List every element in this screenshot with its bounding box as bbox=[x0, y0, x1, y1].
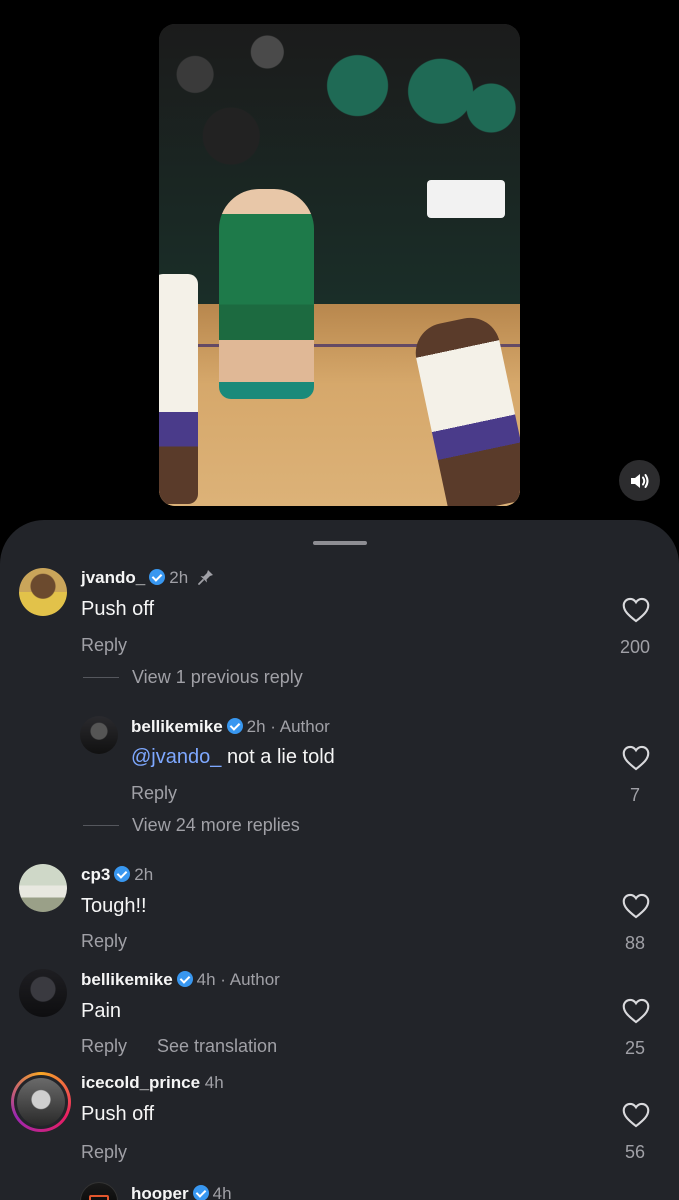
view-more-replies-button[interactable]: View 24 more replies bbox=[132, 815, 300, 836]
avatar[interactable] bbox=[80, 1182, 118, 1200]
comment-text-body: not a lie told bbox=[226, 746, 335, 768]
avatar-gap bbox=[14, 1075, 68, 1129]
comment-username[interactable]: bellikemike bbox=[131, 717, 223, 736]
avatar[interactable] bbox=[19, 568, 67, 616]
comment-text: @jvando_ not a lie told bbox=[131, 746, 335, 769]
like-count: 25 bbox=[624, 1038, 646, 1058]
avatar[interactable] bbox=[19, 864, 67, 912]
comment-time: 2h · Author bbox=[246, 717, 330, 736]
video-player-area bbox=[0, 0, 679, 520]
comment-username-line: cp3 2h bbox=[81, 865, 153, 885]
comment-text: Pain bbox=[81, 1000, 122, 1022]
view-previous-replies-button[interactable]: View 1 previous reply bbox=[132, 667, 303, 688]
heart-icon[interactable] bbox=[622, 597, 650, 623]
reply-button[interactable]: Reply bbox=[131, 783, 177, 804]
comment-username-line: bellikemike 2h · Author bbox=[131, 717, 330, 737]
comment-time: 4h · Author bbox=[196, 970, 280, 989]
speaker-icon bbox=[630, 473, 648, 488]
comment-username[interactable]: jvando_ bbox=[81, 568, 145, 587]
like-count: 88 bbox=[624, 933, 646, 953]
replies-divider bbox=[83, 825, 119, 826]
verified-icon bbox=[114, 866, 131, 882]
comment-text: Push off bbox=[81, 598, 155, 620]
comment-username[interactable]: hooper bbox=[131, 1184, 189, 1200]
heart-icon[interactable] bbox=[622, 893, 650, 919]
see-translation-button[interactable]: See translation bbox=[157, 1036, 277, 1057]
verified-icon bbox=[192, 1185, 209, 1200]
comment-text: Push off bbox=[81, 1103, 155, 1125]
comment-username-line: bellikemike 4h · Author bbox=[81, 970, 280, 990]
comment-text: Tough!! bbox=[81, 895, 147, 917]
comment-time: 4h bbox=[212, 1184, 232, 1200]
pin-icon bbox=[198, 570, 213, 585]
mention-link[interactable]: @jvando_ bbox=[131, 746, 221, 768]
verified-icon bbox=[176, 971, 193, 987]
heart-icon[interactable] bbox=[622, 1102, 650, 1128]
video-player-left bbox=[159, 274, 198, 504]
video-frame[interactable] bbox=[159, 24, 520, 506]
sheet-grabber[interactable] bbox=[313, 541, 367, 545]
comment-time: 2h bbox=[134, 865, 154, 884]
like-count: 200 bbox=[619, 637, 651, 657]
heart-icon[interactable] bbox=[622, 745, 650, 771]
comment-time: 4h bbox=[204, 1073, 224, 1092]
video-player-green bbox=[219, 189, 314, 399]
sound-toggle-button[interactable] bbox=[619, 460, 660, 501]
comment-username-line: icecold_prince 4h bbox=[81, 1073, 224, 1093]
comment-time: 2h bbox=[169, 568, 189, 587]
story-ring[interactable] bbox=[11, 1072, 71, 1132]
verified-icon bbox=[226, 718, 243, 734]
video-towel bbox=[427, 180, 505, 218]
comment-username-line: hooper 4h bbox=[131, 1184, 232, 1200]
comment-username-line: jvando_ 2h bbox=[81, 568, 215, 588]
comment-username[interactable]: cp3 bbox=[81, 865, 110, 884]
avatar-logo bbox=[89, 1195, 109, 1200]
reply-button[interactable]: Reply bbox=[81, 1036, 127, 1057]
comments-sheet: jvando_ 2h Push off Reply 200 View 1 prev… bbox=[0, 520, 679, 1200]
like-count: 7 bbox=[629, 785, 640, 805]
reply-button[interactable]: Reply bbox=[81, 1142, 127, 1163]
reply-button[interactable]: Reply bbox=[81, 635, 127, 656]
verified-icon bbox=[149, 569, 166, 585]
heart-icon[interactable] bbox=[622, 998, 650, 1024]
like-count: 56 bbox=[624, 1142, 646, 1162]
video-crowd bbox=[159, 24, 520, 304]
avatar[interactable] bbox=[19, 969, 67, 1017]
avatar bbox=[17, 1078, 65, 1126]
comment-username[interactable]: icecold_prince bbox=[81, 1073, 200, 1092]
comment-username[interactable]: bellikemike bbox=[81, 970, 173, 989]
avatar[interactable] bbox=[80, 716, 118, 754]
reply-button[interactable]: Reply bbox=[81, 931, 127, 952]
replies-divider bbox=[83, 677, 119, 678]
